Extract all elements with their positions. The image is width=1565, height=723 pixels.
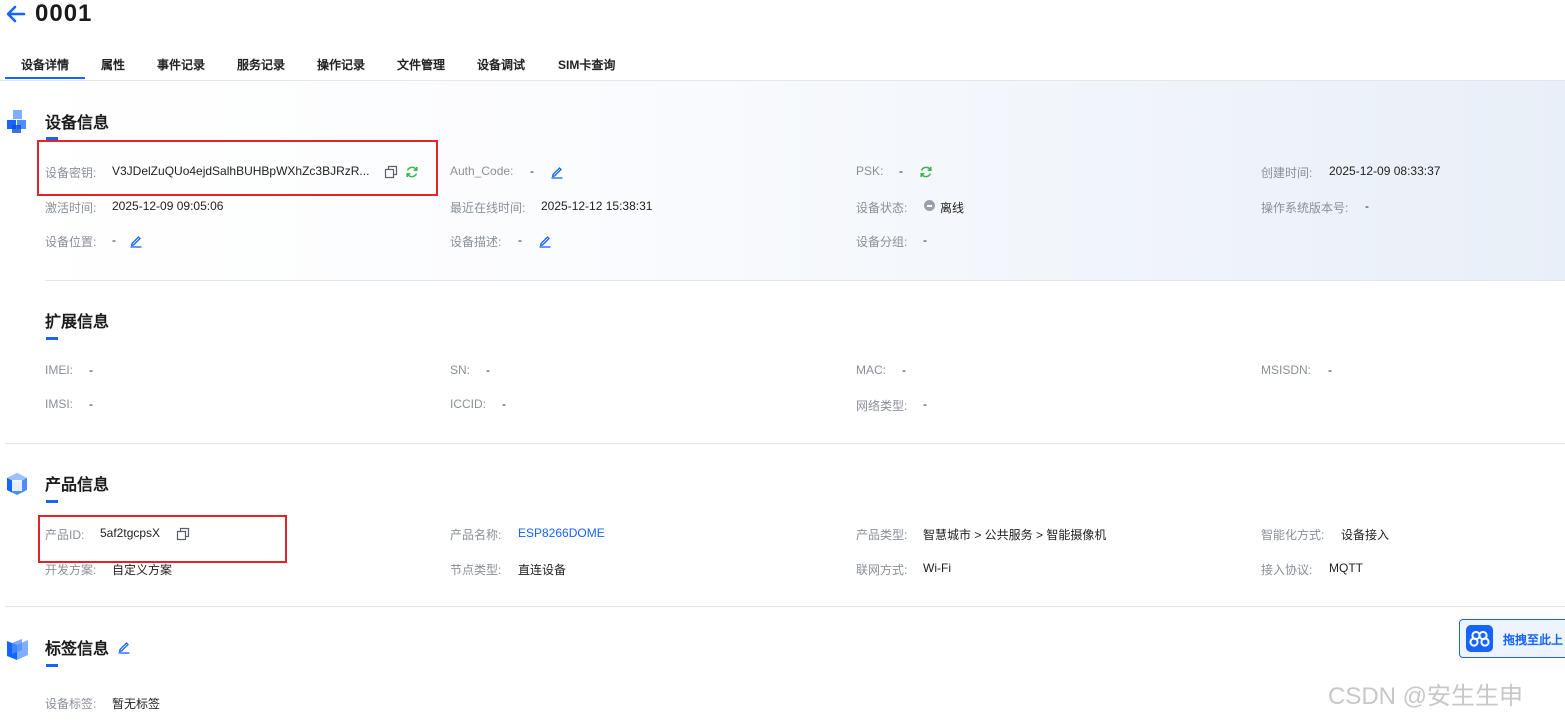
node-type-label: 节点类型: bbox=[450, 563, 502, 577]
sn-label: SN: bbox=[450, 363, 471, 377]
page-title: 0001 bbox=[35, 0, 93, 27]
section-divider bbox=[45, 280, 1565, 281]
edit-icon[interactable] bbox=[550, 165, 564, 179]
group-value: - bbox=[923, 233, 927, 247]
protocol-label: 接入协议: bbox=[1261, 563, 1313, 577]
copy-icon[interactable] bbox=[384, 165, 398, 179]
location-value: - bbox=[112, 233, 116, 247]
offline-status-icon bbox=[924, 200, 935, 211]
auth-code-label: Auth_Code: bbox=[450, 164, 514, 178]
drag-upload-button[interactable]: 拖拽至此上 bbox=[1459, 619, 1565, 658]
activated-time-label: 激活时间: bbox=[45, 201, 97, 215]
product-type-value: 智慧城市 > 公共服务 > 智能摄像机 bbox=[923, 528, 1107, 542]
node-type-value: 直连设备 bbox=[518, 563, 567, 577]
edit-icon[interactable] bbox=[538, 234, 552, 248]
refresh-icon[interactable] bbox=[405, 165, 419, 179]
tab-properties[interactable]: 属性 bbox=[101, 56, 125, 73]
section-divider bbox=[5, 606, 1565, 607]
back-arrow-icon[interactable] bbox=[4, 2, 28, 26]
iccid-value: - bbox=[502, 397, 506, 411]
location-label: 设备位置: bbox=[45, 235, 97, 249]
drag-upload-label: 拖拽至此上 bbox=[1503, 633, 1564, 647]
last-online-value: 2025-12-12 15:38:31 bbox=[541, 199, 653, 213]
psk-label: PSK: bbox=[856, 164, 884, 178]
product-id-label: 产品ID: bbox=[45, 528, 85, 542]
group-label: 设备分组: bbox=[856, 235, 908, 249]
product-name-link[interactable]: ESP8266DOME bbox=[518, 526, 605, 540]
imsi-label: IMSI: bbox=[45, 397, 74, 411]
mac-label: MAC: bbox=[856, 363, 886, 377]
device-status-label: 设备状态: bbox=[856, 201, 908, 215]
imei-label: IMEI: bbox=[45, 363, 74, 377]
watermark: CSDN @安生生申 bbox=[1328, 683, 1524, 710]
tab-bar: 设备详情 属性 事件记录 服务记录 操作记录 文件管理 设备调试 SIM卡查询 bbox=[0, 44, 1565, 81]
network-mode-label: 联网方式: bbox=[856, 563, 908, 577]
created-time-value: 2025-12-09 08:33:37 bbox=[1329, 164, 1441, 178]
section-divider bbox=[5, 443, 1565, 444]
imsi-value: - bbox=[89, 397, 93, 411]
psk-value: - bbox=[899, 164, 903, 178]
description-value: - bbox=[518, 233, 522, 247]
os-version-value: - bbox=[1365, 199, 1369, 213]
secret-value: V3JDelZuQUo4ejdSalhBUHBpWXhZc3BJRzR... bbox=[112, 164, 370, 178]
active-tab-indicator bbox=[5, 77, 85, 79]
secret-label: 设备密钥: bbox=[45, 166, 97, 180]
smart-mode-label: 智能化方式: bbox=[1261, 528, 1325, 542]
mac-value: - bbox=[902, 363, 906, 377]
tag-info-title: 标签信息 bbox=[45, 641, 110, 658]
section-marker bbox=[46, 664, 58, 667]
activated-time-value: 2025-12-09 09:05:06 bbox=[112, 199, 224, 213]
msisdn-value: - bbox=[1328, 363, 1332, 377]
tab-operation-records[interactable]: 操作记录 bbox=[317, 56, 365, 73]
tab-event-records[interactable]: 事件记录 bbox=[157, 56, 205, 73]
tab-sim-query[interactable]: SIM卡查询 bbox=[558, 56, 615, 73]
product-info-title: 产品信息 bbox=[45, 477, 110, 494]
msisdn-label: MSISDN: bbox=[1261, 363, 1312, 377]
dev-plan-value: 自定义方案 bbox=[112, 563, 173, 577]
tag-section-icon bbox=[7, 639, 28, 660]
created-time-label: 创建时间: bbox=[1261, 166, 1313, 180]
device-info-title: 设备信息 bbox=[45, 115, 110, 132]
ext-info-title: 扩展信息 bbox=[45, 314, 110, 331]
smart-mode-value: 设备接入 bbox=[1341, 528, 1390, 542]
imei-value: - bbox=[89, 363, 93, 377]
product-type-label: 产品类型: bbox=[856, 528, 908, 542]
refresh-icon[interactable] bbox=[919, 165, 933, 179]
tab-device-details[interactable]: 设备详情 bbox=[21, 56, 69, 73]
tab-file-management[interactable]: 文件管理 bbox=[397, 56, 445, 73]
os-version-label: 操作系统版本号: bbox=[1261, 201, 1349, 215]
cubes-icon bbox=[7, 110, 26, 133]
network-type-value: - bbox=[923, 397, 927, 411]
cloud-link-icon bbox=[1466, 625, 1493, 652]
last-online-label: 最近在线时间: bbox=[450, 201, 526, 215]
tab-service-records[interactable]: 服务记录 bbox=[237, 56, 285, 73]
iccid-label: ICCID: bbox=[450, 397, 486, 411]
section-marker bbox=[46, 337, 58, 340]
device-tag-value: 暂无标签 bbox=[112, 697, 161, 711]
protocol-value: MQTT bbox=[1329, 561, 1363, 575]
device-tag-label: 设备标签: bbox=[45, 697, 97, 711]
box-icon bbox=[7, 473, 27, 495]
network-mode-value: Wi-Fi bbox=[923, 561, 951, 575]
auth-code-value: - bbox=[530, 164, 534, 178]
sn-value: - bbox=[486, 363, 490, 377]
copy-icon[interactable] bbox=[176, 527, 190, 541]
edit-icon[interactable] bbox=[117, 640, 131, 654]
device-status-value: 离线 bbox=[940, 201, 965, 215]
product-name-label: 产品名称: bbox=[450, 528, 502, 542]
description-label: 设备描述: bbox=[450, 235, 502, 249]
dev-plan-label: 开发方案: bbox=[45, 563, 97, 577]
section-marker bbox=[46, 500, 58, 503]
edit-icon[interactable] bbox=[129, 234, 143, 248]
product-id-value: 5af2tgcpsX bbox=[100, 526, 161, 540]
tab-device-debug[interactable]: 设备调试 bbox=[477, 56, 525, 73]
network-type-label: 网络类型: bbox=[856, 399, 908, 413]
